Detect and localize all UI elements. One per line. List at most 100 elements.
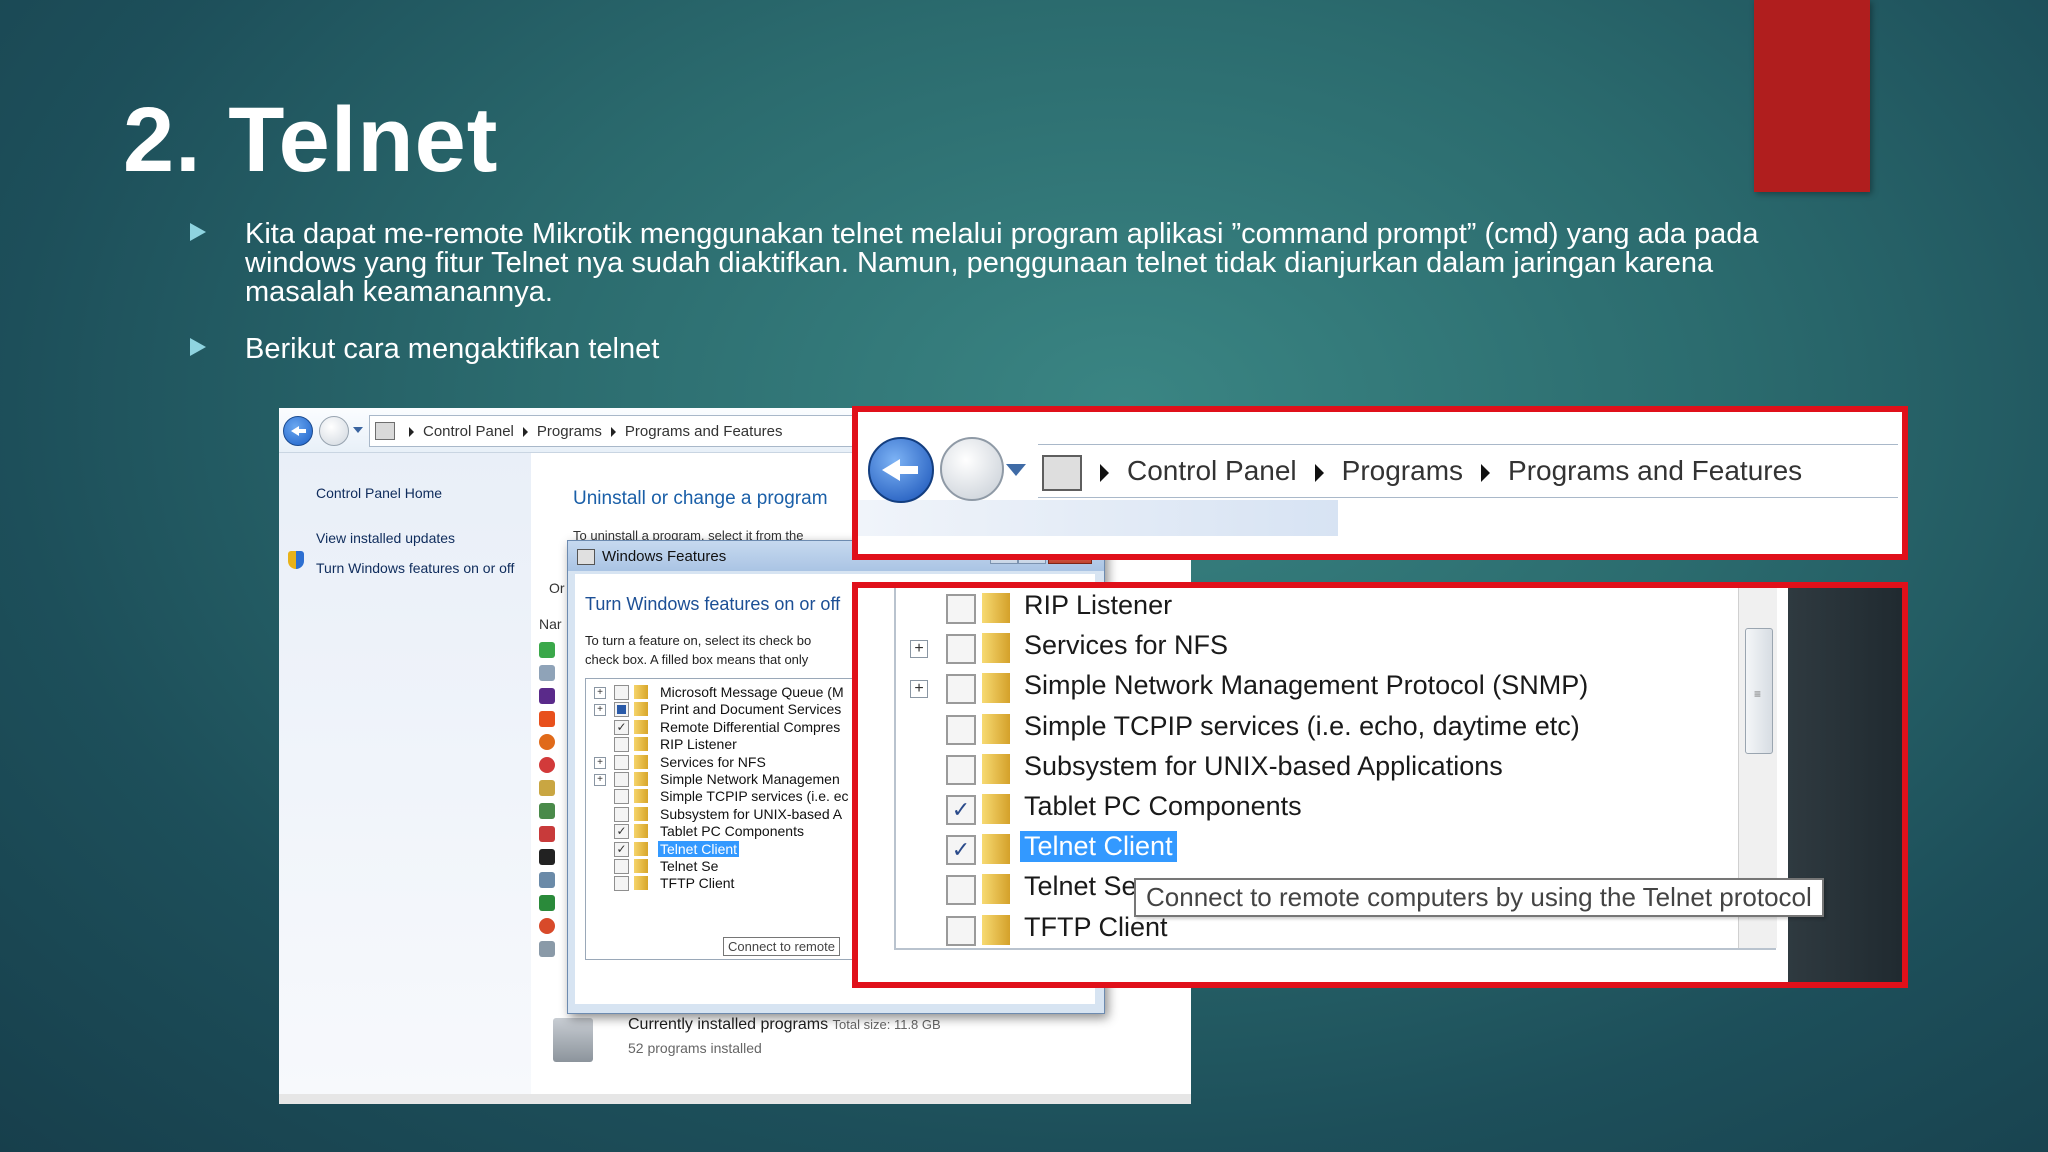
feature-checkbox[interactable] bbox=[946, 714, 976, 745]
scrollbar-thumb[interactable]: ≡ bbox=[1745, 628, 1773, 754]
program-icon[interactable] bbox=[539, 826, 555, 842]
expand-icon[interactable]: + bbox=[594, 704, 606, 717]
feature-label[interactable]: RIP Listener bbox=[658, 736, 739, 752]
expand-icon[interactable]: + bbox=[910, 680, 928, 699]
feature-label[interactable]: Simple TCPIP services (i.e. echo, daytim… bbox=[1020, 711, 1584, 742]
feature-item[interactable]: Simple TCPIP services (i.e. echo, daytim… bbox=[896, 709, 1776, 749]
program-icon[interactable] bbox=[539, 642, 555, 658]
feature-label[interactable]: Subsystem for UNIX-based Applications bbox=[1020, 751, 1507, 782]
crumb-arrow-icon[interactable] bbox=[610, 427, 616, 438]
footer-program-count: 52 programs installed bbox=[628, 1040, 762, 1056]
feature-item[interactable]: ✓ Tablet PC Components bbox=[896, 789, 1776, 829]
feature-item[interactable]: Subsystem for UNIX-based Applications bbox=[896, 749, 1776, 789]
feature-label[interactable]: Simple Network Managemen bbox=[658, 771, 842, 787]
feature-checkbox[interactable] bbox=[946, 594, 976, 624]
feature-label[interactable]: Services for NFS bbox=[1020, 630, 1232, 661]
feature-item[interactable]: RIP Listener bbox=[896, 588, 1776, 628]
feature-label[interactable]: TFTP Client bbox=[658, 875, 736, 891]
feature-checkbox[interactable] bbox=[614, 737, 629, 753]
program-icon[interactable] bbox=[539, 803, 555, 819]
program-icon[interactable] bbox=[539, 849, 555, 865]
feature-checkbox[interactable]: ✓ bbox=[614, 719, 629, 735]
feature-checkbox[interactable] bbox=[946, 915, 976, 946]
feature-label[interactable]: Simple Network Management Protocol (SNMP… bbox=[1020, 670, 1592, 701]
feature-checkbox[interactable]: ✓ bbox=[614, 841, 629, 857]
breadcrumb-programs[interactable]: Programs bbox=[1342, 455, 1463, 486]
bullet-item: Berikut cara mengaktifkan telnet bbox=[188, 335, 1828, 364]
feature-checkbox[interactable] bbox=[614, 876, 629, 892]
crumb-arrow-icon[interactable] bbox=[409, 427, 414, 438]
feature-label[interactable]: Remote Differential Compres bbox=[658, 719, 842, 735]
address-field[interactable]: Control Panel Programs Programs and Featur… bbox=[1038, 444, 1898, 498]
crumb-arrow-icon[interactable] bbox=[1314, 463, 1324, 482]
feature-checkbox[interactable]: ✓ bbox=[946, 835, 976, 866]
organize-menu[interactable]: Or bbox=[549, 580, 565, 596]
program-icon[interactable] bbox=[539, 895, 555, 911]
expand-icon[interactable]: + bbox=[594, 774, 606, 786]
forward-arrow-icon[interactable] bbox=[319, 416, 349, 446]
breadcrumb-programs-and-features[interactable]: Programs and Features bbox=[625, 423, 783, 440]
feature-checkbox[interactable]: ✓ bbox=[614, 824, 629, 840]
feature-checkbox[interactable] bbox=[614, 685, 629, 700]
folder-icon bbox=[634, 719, 648, 734]
history-dropdown-icon[interactable] bbox=[1006, 464, 1026, 476]
breadcrumb-programs[interactable]: Programs bbox=[537, 423, 602, 440]
feature-label[interactable]: Print and Document Services bbox=[658, 701, 843, 717]
feature-checkbox[interactable] bbox=[614, 702, 629, 718]
breadcrumb-control-panel[interactable]: Control Panel bbox=[423, 423, 514, 440]
name-column-header[interactable]: Nar bbox=[539, 616, 562, 632]
program-icon[interactable] bbox=[539, 941, 555, 957]
feature-label[interactable]: Telnet Client bbox=[1020, 831, 1177, 863]
feature-checkbox[interactable] bbox=[946, 875, 976, 906]
program-icon[interactable] bbox=[539, 780, 555, 796]
feature-label[interactable]: Subsystem for UNIX-based A bbox=[658, 806, 844, 822]
feature-label[interactable]: RIP Listener bbox=[1020, 590, 1176, 621]
feature-label[interactable]: Simple TCPIP services (i.e. ec bbox=[658, 788, 851, 804]
feature-checkbox[interactable] bbox=[614, 789, 629, 805]
back-arrow-icon[interactable] bbox=[283, 416, 313, 446]
folder-icon bbox=[982, 794, 1010, 824]
breadcrumb-control-panel[interactable]: Control Panel bbox=[1127, 455, 1297, 486]
feature-item[interactable]: + Simple Network Management Protocol (SNM… bbox=[896, 668, 1776, 708]
program-icon[interactable] bbox=[539, 757, 555, 773]
feature-checkbox[interactable] bbox=[946, 674, 976, 705]
feature-checkbox[interactable] bbox=[946, 634, 976, 665]
feature-checkbox[interactable] bbox=[614, 859, 629, 874]
expand-icon[interactable]: + bbox=[594, 756, 606, 769]
feature-label[interactable]: Tablet PC Components bbox=[1020, 791, 1306, 822]
program-icon[interactable] bbox=[539, 734, 555, 750]
forward-arrow-icon[interactable] bbox=[940, 437, 1004, 501]
feature-label[interactable]: Telnet Se bbox=[1020, 871, 1141, 902]
feature-item[interactable]: ✓ Telnet Client bbox=[896, 829, 1776, 869]
sidebar-link-home[interactable]: Control Panel Home bbox=[316, 485, 442, 501]
feature-label[interactable]: Tablet PC Components bbox=[658, 823, 806, 839]
bullet-list: Kita dapat me-remote Mikrotik menggunaka… bbox=[188, 220, 1828, 386]
history-dropdown-icon[interactable] bbox=[353, 427, 363, 433]
feature-checkbox[interactable]: ✓ bbox=[946, 795, 976, 825]
yahoo-icon[interactable] bbox=[539, 688, 555, 704]
dialog-description-line: To turn a feature on, select its check b… bbox=[585, 633, 812, 648]
feature-checkbox[interactable] bbox=[946, 754, 976, 785]
feature-label[interactable]: Services for NFS bbox=[658, 754, 768, 770]
sidebar-link-windows-features[interactable]: Turn Windows features on or off bbox=[316, 559, 516, 577]
crumb-arrow-icon[interactable] bbox=[1481, 463, 1491, 482]
feature-checkbox[interactable] bbox=[614, 806, 629, 822]
expand-icon[interactable]: + bbox=[594, 687, 606, 699]
program-icon[interactable] bbox=[539, 665, 555, 681]
program-icon[interactable] bbox=[539, 918, 555, 934]
expand-icon[interactable]: + bbox=[910, 640, 928, 659]
breadcrumb-programs-and-features[interactable]: Programs and Features bbox=[1508, 455, 1802, 486]
office-icon[interactable] bbox=[539, 711, 555, 727]
folder-icon bbox=[982, 713, 1010, 744]
program-icon[interactable] bbox=[539, 872, 555, 888]
feature-label[interactable]: Microsoft Message Queue (M bbox=[658, 684, 846, 700]
feature-item[interactable]: + Services for NFS bbox=[896, 628, 1776, 668]
feature-checkbox[interactable] bbox=[614, 772, 629, 787]
feature-checkbox[interactable] bbox=[614, 754, 629, 770]
feature-label[interactable]: Telnet Client bbox=[658, 840, 740, 857]
feature-label[interactable]: Telnet Se bbox=[658, 858, 720, 874]
back-arrow-icon[interactable] bbox=[868, 437, 934, 503]
crumb-arrow-icon[interactable] bbox=[1100, 463, 1109, 482]
sidebar-link-installed-updates[interactable]: View installed updates bbox=[316, 530, 455, 546]
crumb-arrow-icon[interactable] bbox=[522, 427, 528, 438]
